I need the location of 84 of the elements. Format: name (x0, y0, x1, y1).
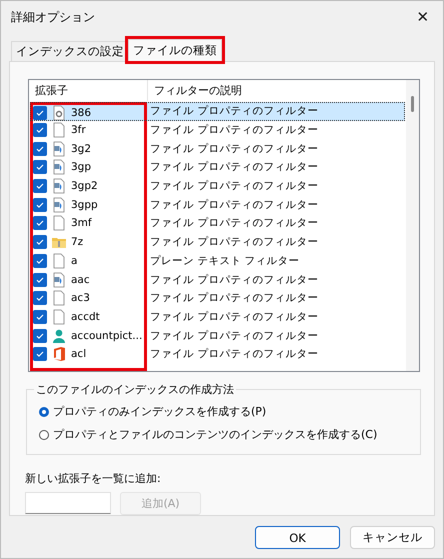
checkbox[interactable] (33, 310, 47, 324)
extension-name: aac (71, 274, 90, 286)
list-row[interactable]: accountpict... ファイル プロパティのフィルター (30, 326, 405, 345)
filter-description: ファイル プロパティのフィルター (149, 272, 318, 287)
file-icon (51, 290, 67, 306)
filter-description: ファイル プロパティのフィルター (149, 123, 318, 138)
extension-name: ac3 (71, 292, 90, 304)
filter-description: ファイル プロパティのフィルター (149, 216, 318, 230)
filter-description: ファイル プロパティのフィルター (149, 198, 318, 212)
media-file-icon (51, 272, 67, 288)
list-row[interactable]: a プレーン テキスト フィルター (30, 252, 405, 270)
extension-input[interactable] (25, 492, 111, 514)
radio-button[interactable] (39, 430, 49, 440)
list-row[interactable]: 3fr ファイル プロパティのフィルター (30, 120, 405, 140)
column-header[interactable]: 拡張子 (29, 80, 148, 101)
extension-name: 3gp2 (71, 180, 98, 192)
radio-label: プロパティのみインデックスを作成する(P) (53, 404, 266, 420)
checkbox[interactable] (33, 235, 47, 250)
list-row[interactable]: 7z ファイル プロパティのフィルター (30, 232, 405, 252)
filter-description: ファイル プロパティのフィルター (149, 235, 318, 250)
filter-description: ファイル プロパティのフィルター (149, 291, 318, 306)
checkbox[interactable] (33, 142, 47, 156)
extension-name: accdt (71, 310, 100, 323)
checkbox[interactable] (33, 291, 47, 306)
list-row[interactable]: 3mf ファイル プロパティのフィルター (30, 214, 405, 233)
filter-description: ファイル プロパティのフィルター (149, 347, 318, 362)
extension-name: 3gp (71, 161, 92, 174)
extension-name: a (71, 254, 78, 267)
list-row[interactable]: 3g2 ファイル プロパティのフィルター (30, 139, 405, 158)
checkbox[interactable] (33, 272, 47, 287)
checkbox[interactable] (33, 328, 47, 343)
cancel-button[interactable]: キャンセル (350, 526, 435, 549)
extension-name: 3gpp (71, 198, 98, 211)
filter-description: ファイル プロパティのフィルター (149, 104, 318, 118)
file-icon (51, 215, 67, 232)
extension-name: 7z (71, 236, 84, 248)
media-file-icon (51, 159, 67, 176)
file-icon (51, 122, 67, 138)
ok-button[interactable]: OK (255, 526, 340, 549)
tab[interactable]: ファイルの種類 (128, 39, 222, 61)
extension-name: acl (71, 348, 86, 360)
office-icon (51, 346, 67, 362)
checkbox[interactable] (33, 216, 47, 230)
extension-name: 3fr (71, 124, 86, 136)
close-button[interactable]: ✕ (403, 1, 443, 33)
filter-description: ファイル プロパティのフィルター (149, 328, 318, 343)
person-icon (51, 328, 67, 344)
file-icon (51, 252, 67, 269)
list-row[interactable]: 3gp2 ファイル プロパティのフィルター (30, 176, 405, 196)
filter-description: ファイル プロパティのフィルター (149, 179, 318, 194)
media-file-icon (51, 196, 67, 213)
extension-name: 3mf (71, 217, 92, 230)
checkbox[interactable] (33, 106, 47, 120)
column-header[interactable]: フィルターの説明 (148, 83, 242, 98)
gear-file-icon (51, 104, 67, 121)
filter-description: ファイル プロパティのフィルター (149, 142, 318, 156)
extension-name: 386 (71, 106, 92, 119)
add-extension-label: 新しい拡張子を一覧に追加: (25, 471, 162, 486)
list-row[interactable]: 386 ファイル プロパティのフィルター (30, 102, 405, 121)
window-title: 詳細オプション (11, 8, 95, 26)
radio-option[interactable]: プロパティのみインデックスを作成する(P) (39, 404, 410, 420)
radio-button[interactable] (39, 406, 49, 417)
checkbox[interactable] (33, 160, 47, 174)
extension-name: accountpict... (71, 330, 142, 342)
checkbox[interactable] (33, 198, 47, 212)
filter-description: ファイル プロパティのフィルター (149, 310, 318, 324)
media-file-icon (51, 140, 67, 157)
group-title: このファイルのインデックスの作成方法 (34, 382, 236, 398)
list-row[interactable]: aac ファイル プロパティのフィルター (30, 270, 405, 289)
list-row[interactable]: acl ファイル プロパティのフィルター (30, 344, 405, 364)
filter-description: ファイル プロパティのフィルター (149, 160, 318, 174)
scrollbar-thumb[interactable] (411, 96, 414, 112)
checkbox[interactable] (33, 347, 47, 362)
filter-description: プレーン テキスト フィルター (149, 254, 300, 268)
media-file-icon (51, 178, 67, 194)
list-row[interactable]: ac3 ファイル プロパティのフィルター (30, 288, 405, 308)
list-row[interactable]: accdt ファイル プロパティのフィルター (30, 308, 405, 326)
extension-name: 3g2 (71, 142, 92, 155)
checkbox[interactable] (33, 123, 47, 138)
checkbox[interactable] (33, 179, 47, 194)
checkbox[interactable] (33, 254, 47, 268)
list-row[interactable]: 3gp ファイル プロパティのフィルター (30, 158, 405, 177)
file-icon (51, 308, 67, 325)
list-row[interactable]: 3gpp ファイル プロパティのフィルター (30, 195, 405, 214)
